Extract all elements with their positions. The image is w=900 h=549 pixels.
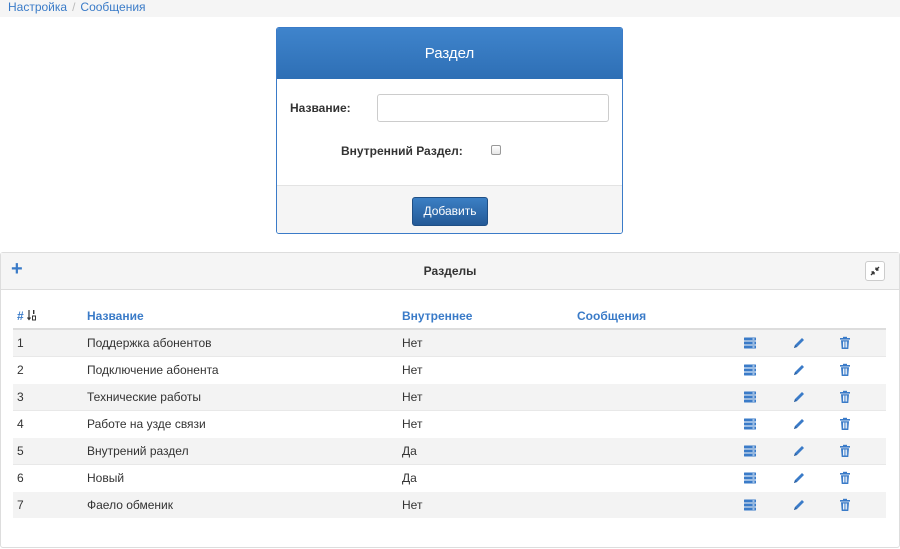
- list-icon[interactable]: [743, 471, 757, 485]
- breadcrumb-separator: /: [72, 0, 76, 14]
- pencil-icon[interactable]: [792, 363, 806, 377]
- row-messages: [573, 355, 739, 383]
- table-row: 3 Технические работы Нет: [13, 382, 886, 410]
- pencil-icon[interactable]: [792, 390, 806, 404]
- row-num: 5: [13, 436, 83, 464]
- trash-icon[interactable]: [838, 498, 852, 512]
- table-row: 5 Внутрений раздел Да: [13, 436, 886, 464]
- pencil-icon[interactable]: [792, 498, 806, 512]
- pencil-icon[interactable]: [792, 444, 806, 458]
- row-name: Технические работы: [83, 382, 398, 410]
- sort-numeric-icon: [27, 309, 37, 320]
- row-messages: [573, 436, 739, 464]
- form-title: Раздел: [277, 28, 622, 79]
- list-icon[interactable]: [743, 390, 757, 404]
- internal-label: Внутренний Раздел:: [341, 144, 463, 158]
- row-num: 2: [13, 355, 83, 383]
- table-row: 6 Новый Да: [13, 463, 886, 491]
- row-internal: Нет: [398, 355, 573, 383]
- trash-icon[interactable]: [838, 417, 852, 431]
- list-icon[interactable]: [743, 417, 757, 431]
- breadcrumb: Настройка / Сообщения: [0, 0, 900, 17]
- row-num: 4: [13, 409, 83, 437]
- list-icon[interactable]: [743, 336, 757, 350]
- row-name: Новый: [83, 463, 398, 491]
- list-title: Разделы: [423, 264, 477, 278]
- row-num: 7: [13, 490, 83, 518]
- col-internal-header[interactable]: Внутреннее: [398, 303, 573, 330]
- row-name: Поддержка абонентов: [83, 328, 398, 356]
- list-icon[interactable]: [743, 363, 757, 377]
- compress-icon[interactable]: [865, 261, 885, 281]
- trash-icon[interactable]: [838, 363, 852, 377]
- col-num-header[interactable]: #: [13, 303, 83, 330]
- sections-list-panel: + Разделы # Название Внутреннее Сообщени…: [0, 252, 900, 548]
- internal-row: Внутренний Раздел:: [277, 140, 622, 162]
- pencil-icon[interactable]: [792, 336, 806, 350]
- table-header-row: # Название Внутреннее Сообщения: [13, 303, 886, 330]
- add-button[interactable]: Добавить: [412, 197, 488, 226]
- row-name: Фаело обменик: [83, 490, 398, 518]
- row-name: Внутрений раздел: [83, 436, 398, 464]
- row-num: 6: [13, 463, 83, 491]
- row-internal: Нет: [398, 409, 573, 437]
- name-input[interactable]: [377, 94, 609, 122]
- row-messages: [573, 328, 739, 356]
- row-messages: [573, 409, 739, 437]
- row-num: 3: [13, 382, 83, 410]
- row-internal: Да: [398, 463, 573, 491]
- trash-icon[interactable]: [838, 336, 852, 350]
- trash-icon[interactable]: [838, 390, 852, 404]
- list-icon[interactable]: [743, 444, 757, 458]
- row-internal: Нет: [398, 490, 573, 518]
- row-messages: [573, 490, 739, 518]
- table-row: 7 Фаело обменик Нет: [13, 490, 886, 518]
- col-messages-header[interactable]: Сообщения: [573, 303, 739, 330]
- list-header: + Разделы: [1, 253, 899, 290]
- row-messages: [573, 463, 739, 491]
- row-num: 1: [13, 328, 83, 356]
- table-body: 1 Поддержка абонентов Нет 2 Подключение абон…: [13, 328, 886, 518]
- name-row: Название:: [277, 93, 622, 123]
- row-internal: Нет: [398, 382, 573, 410]
- row-internal: Да: [398, 436, 573, 464]
- breadcrumb-messages[interactable]: Сообщения: [80, 0, 145, 14]
- sections-table: # Название Внутреннее Сообщения 1 Поддерж…: [13, 303, 886, 518]
- row-internal: Нет: [398, 328, 573, 356]
- trash-icon[interactable]: [838, 444, 852, 458]
- table-row: 2 Подключение абонента Нет: [13, 355, 886, 383]
- list-icon[interactable]: [743, 498, 757, 512]
- name-label: Название:: [290, 101, 351, 115]
- section-form-panel: Раздел Название: Внутренний Раздел: Доба…: [276, 27, 623, 234]
- trash-icon[interactable]: [838, 471, 852, 485]
- form-footer: Добавить: [277, 185, 622, 233]
- table-row: 1 Поддержка абонентов Нет: [13, 328, 886, 356]
- pencil-icon[interactable]: [792, 417, 806, 431]
- table-row: 4 Работе на узде связи Нет: [13, 409, 886, 437]
- col-name-header[interactable]: Название: [83, 303, 398, 330]
- row-name: Работе на узде связи: [83, 409, 398, 437]
- row-messages: [573, 382, 739, 410]
- pencil-icon[interactable]: [792, 471, 806, 485]
- internal-checkbox[interactable]: [491, 145, 501, 155]
- row-name: Подключение абонента: [83, 355, 398, 383]
- breadcrumb-settings[interactable]: Настройка: [8, 0, 67, 14]
